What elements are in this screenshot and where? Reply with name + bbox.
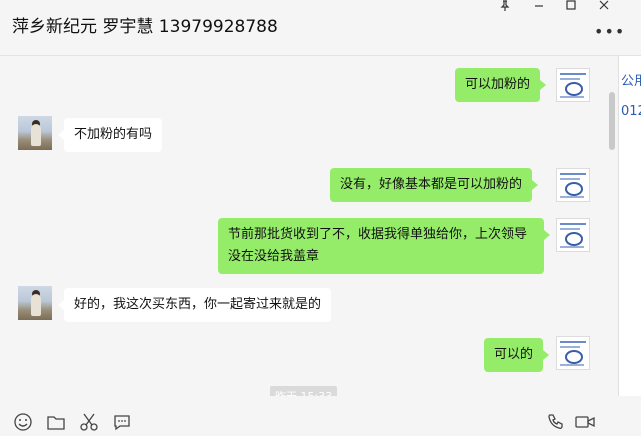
- maximize-icon[interactable]: [562, 0, 580, 14]
- avatar-self[interactable]: [556, 218, 590, 252]
- scissors-icon[interactable]: [79, 412, 99, 432]
- more-options-icon[interactable]: •••: [594, 22, 625, 41]
- title-bar: 萍乡新纪元 罗宇慧 13979928788 •••: [0, 0, 641, 56]
- message-bubble-outgoing[interactable]: 节前那批货收到了不，收据我得单独给你，上次领导没在没给我盖章: [218, 218, 550, 274]
- phone-icon[interactable]: [546, 412, 566, 432]
- folder-icon[interactable]: [46, 412, 66, 432]
- chat-title: 萍乡新纪元 罗宇慧 13979928788: [12, 17, 278, 37]
- pin-icon[interactable]: [496, 0, 514, 14]
- minimize-icon[interactable]: [530, 0, 548, 14]
- message-bubble-outgoing[interactable]: 可以加粉的: [455, 68, 547, 102]
- chat-history-icon[interactable]: [112, 412, 132, 432]
- message-bubble-outgoing[interactable]: 可以的: [484, 338, 550, 372]
- avatar-peer[interactable]: [18, 286, 52, 320]
- chat-area: 可以加粉的 不加粉的有吗 没有，好像基本都是可以加粉的 节前那批货收到了不，收据…: [0, 56, 618, 396]
- avatar-self[interactable]: [556, 168, 590, 202]
- avatar-peer[interactable]: [18, 116, 52, 150]
- video-call-icon[interactable]: [574, 412, 595, 432]
- close-icon[interactable]: [595, 0, 613, 14]
- edge-text-line1: 公用: [621, 74, 641, 89]
- chat-scrollbar[interactable]: [609, 92, 615, 150]
- avatar-self[interactable]: [556, 68, 590, 102]
- background-window-edge: 公用 012: [618, 56, 641, 396]
- emoji-icon[interactable]: [13, 412, 33, 432]
- timestamp-label: 昨天 15:33: [270, 386, 338, 396]
- input-toolbar: [0, 404, 641, 432]
- message-bubble-incoming[interactable]: 不加粉的有吗: [57, 118, 163, 152]
- edge-text-line2: 012: [621, 104, 641, 119]
- message-bubble-incoming[interactable]: 好的，我这次买东西，你一起寄过来就是的: [57, 288, 332, 322]
- message-bubble-outgoing[interactable]: 没有，好像基本都是可以加粉的: [330, 168, 539, 202]
- avatar-self[interactable]: [556, 336, 590, 370]
